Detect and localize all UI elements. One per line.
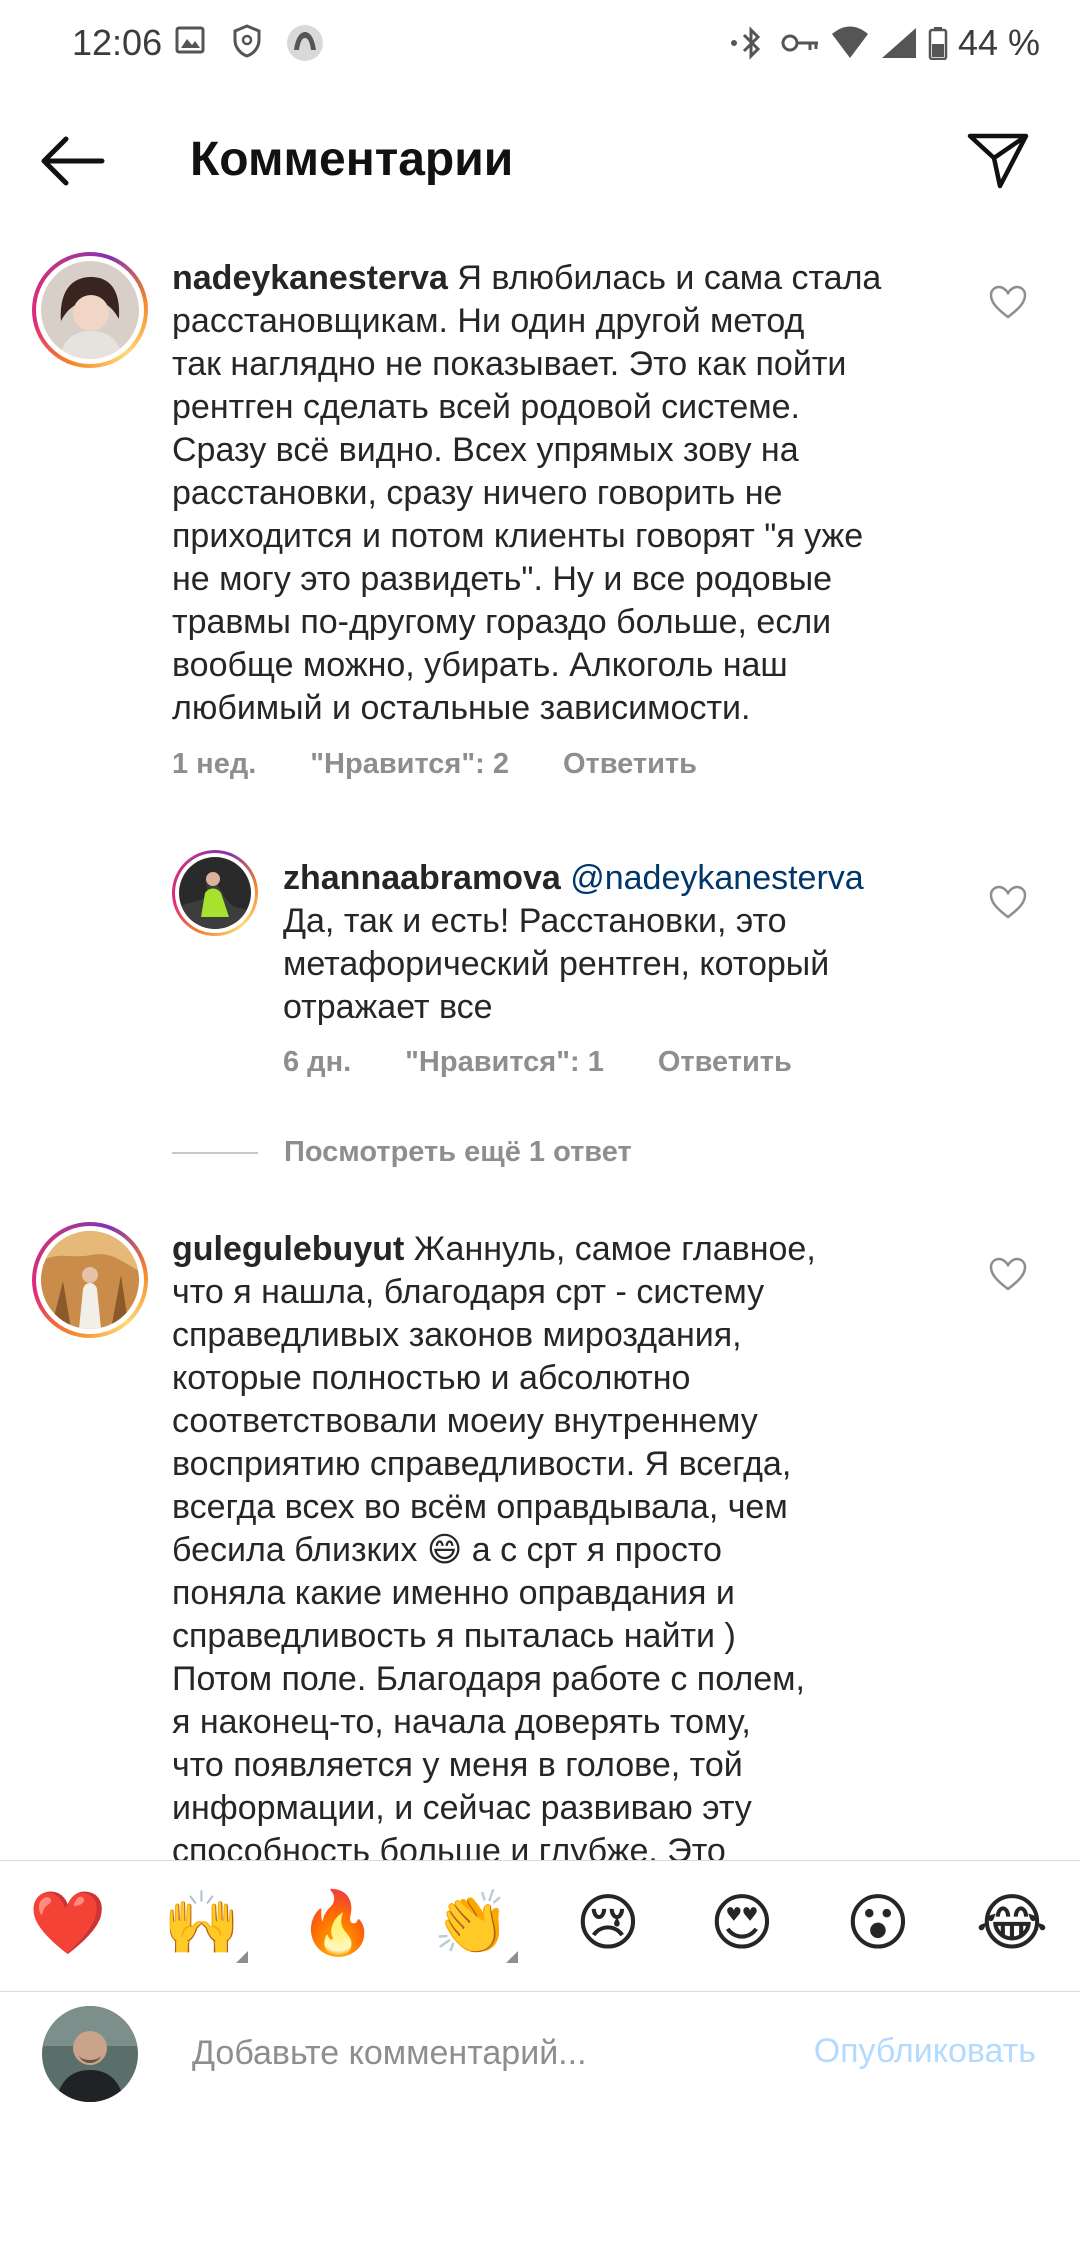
comment-text: zhannaabramova @nadeykanesterva Да, так … <box>283 859 864 1026</box>
status-time: 12:06 <box>72 22 163 63</box>
reply-button[interactable]: Ответить <box>563 748 697 781</box>
comment-username[interactable]: zhannaabramova <box>283 859 561 897</box>
like-heart-icon[interactable] <box>988 284 1028 320</box>
user-photo-icon <box>41 261 139 359</box>
crying-face-emoji-button[interactable]: 😢 <box>568 1889 648 1959</box>
fire-emoji-button[interactable]: 🔥 <box>298 1889 378 1959</box>
raising-hands-emoji-button[interactable]: 🙌 <box>162 1889 248 1963</box>
user-photo-icon <box>179 857 251 929</box>
shield-icon <box>233 24 261 58</box>
avatar[interactable] <box>32 1222 148 1338</box>
comment-likes[interactable]: "Нравится": 2 <box>310 748 509 781</box>
avatar[interactable] <box>32 252 148 368</box>
divider <box>172 1151 258 1154</box>
comment-meta: 6 дн. "Нравится": 1 Ответить <box>283 1046 792 1079</box>
mention-link[interactable]: @nadeykanesterva <box>570 859 863 897</box>
app-notification-icon <box>287 25 323 61</box>
header: Комментарии <box>0 110 1080 210</box>
skin-tone-indicator <box>506 1951 518 1963</box>
comment-likes[interactable]: "Нравится": 1 <box>405 1046 604 1079</box>
comment-time: 1 нед. <box>172 748 257 780</box>
comment-text: gulegulebuyut Жаннуль, самое главное, чт… <box>172 1230 816 1870</box>
heart-eyes-emoji-button[interactable]: 😍 <box>702 1889 782 1959</box>
comment-username[interactable]: gulegulebuyut <box>172 1230 404 1268</box>
heart-emoji-button[interactable]: ❤️ <box>28 1889 108 1959</box>
page-title: Комментарии <box>190 133 514 186</box>
clapping-hands-emoji-button[interactable]: 👏 <box>432 1889 518 1963</box>
avatar[interactable] <box>172 850 258 936</box>
direct-message-icon[interactable] <box>966 130 1030 190</box>
status-right: 44 % <box>730 22 1040 64</box>
view-more-replies-button[interactable]: Посмотреть ещё 1 ответ <box>172 1136 632 1169</box>
reply-button[interactable]: Ответить <box>658 1046 792 1079</box>
comment-meta: 1 нед. "Нравится": 2 Ответить <box>172 748 697 781</box>
battery-percent: 44 % <box>957 22 1040 63</box>
laughing-emoji-button[interactable]: 😂 <box>972 1889 1052 1959</box>
my-avatar <box>42 2006 138 2102</box>
comment-time: 6 дн. <box>283 1046 352 1078</box>
emoji-reaction-bar: ❤️ 🙌 🔥 👏 😢 😍 😮 😂 <box>0 1860 1080 1992</box>
comment-input[interactable] <box>190 2022 754 2084</box>
battery-icon <box>928 27 948 60</box>
comment-text: nadeykanesterva Я влюбилась и сама стала… <box>172 259 882 727</box>
surprised-face-emoji-button[interactable]: 😮 <box>838 1889 918 1959</box>
user-photo-icon <box>41 1231 139 1329</box>
like-heart-icon[interactable] <box>988 1256 1028 1292</box>
like-heart-icon[interactable] <box>988 884 1028 920</box>
wifi-icon <box>831 26 868 58</box>
gallery-icon <box>175 26 205 54</box>
key-icon <box>781 34 818 52</box>
signal-icon <box>881 28 916 58</box>
status-bar: 12:06 44 % <box>0 0 1080 92</box>
back-arrow-icon[interactable] <box>40 136 106 186</box>
skin-tone-indicator <box>236 1951 248 1963</box>
post-button[interactable]: Опубликовать <box>814 2032 1036 2071</box>
bluetooth-icon <box>730 26 761 60</box>
comment-composer: Опубликовать <box>0 1992 1080 2122</box>
comment-username[interactable]: nadeykanesterva <box>172 259 448 297</box>
